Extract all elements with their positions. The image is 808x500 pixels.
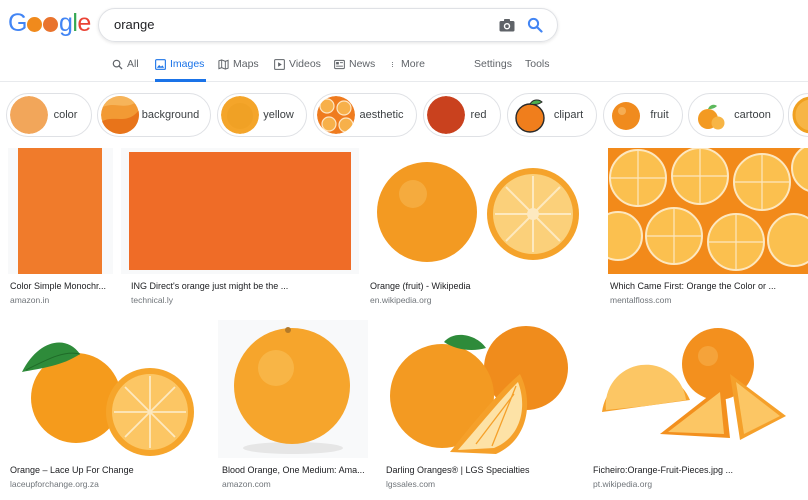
tab-videos[interactable]: Videos — [274, 58, 321, 82]
chip-yellow[interactable]: yellow — [217, 93, 307, 137]
suggestion-chips: color background yellow aesthetic red cl… — [0, 91, 808, 139]
result-source: lgssales.com — [386, 479, 436, 489]
chip-red[interactable]: red — [423, 93, 501, 137]
search-icon — [112, 59, 123, 70]
chip-label: yellow — [263, 109, 294, 121]
tab-maps[interactable]: Maps — [218, 58, 259, 82]
image-result[interactable] — [590, 320, 800, 458]
result-title: Which Came First: Orange the Color or ..… — [610, 281, 777, 291]
result-caption[interactable]: Orange (fruit) - Wikipedia en.wikipedia.… — [370, 280, 592, 306]
result-title: Ficheiro:Orange-Fruit-Pieces.jpg ... — [593, 465, 734, 475]
logo-orange-o-icon — [43, 17, 59, 32]
tab-news[interactable]: News — [334, 58, 375, 82]
tab-label: Images — [170, 58, 205, 70]
result-source: pt.wikipedia.org — [593, 479, 653, 489]
result-caption[interactable]: Darling Oranges® | LGS Specialties lgssa… — [386, 464, 576, 490]
result-title: Blood Orange, One Medium: Ama... — [222, 465, 365, 475]
tab-label: Tools — [525, 58, 550, 70]
result-source: mentalfloss.com — [610, 295, 672, 305]
result-title: Orange – Lace Up For Change — [10, 465, 134, 475]
chip-label: red — [470, 109, 487, 121]
image-result[interactable] — [8, 320, 204, 458]
news-icon — [334, 59, 345, 70]
chip-fruit[interactable]: fruit — [603, 93, 683, 137]
result-thumbnail — [377, 162, 579, 262]
tab-label: All — [127, 58, 139, 70]
more-vert-icon — [391, 61, 394, 68]
chip-label: aesthetic — [359, 109, 404, 121]
tab-label: More — [401, 58, 425, 70]
chip-thumbnail — [511, 96, 549, 134]
result-thumbnail — [602, 328, 786, 440]
tab-label: Settings — [474, 58, 512, 70]
image-result[interactable] — [121, 148, 359, 274]
result-source: laceupforchange.org.za — [10, 479, 99, 489]
chip-thumbnail — [607, 96, 645, 134]
chip-aesthetic[interactable]: aesthetic — [313, 93, 417, 137]
result-caption[interactable]: Ficheiro:Orange-Fruit-Pieces.jpg ... pt.… — [593, 464, 800, 490]
result-thumbnail — [608, 148, 808, 271]
chip-label: clipart — [553, 109, 584, 121]
result-title: Color Simple Monochr... — [10, 281, 107, 291]
search-input[interactable]: orange — [114, 17, 154, 32]
tab-label: Videos — [289, 58, 321, 70]
result-source: amazon.com — [222, 479, 271, 489]
chip-more[interactable] — [788, 93, 808, 137]
image-result[interactable] — [367, 148, 593, 274]
result-source: technical.ly — [131, 295, 174, 305]
result-thumbnail — [129, 152, 351, 270]
google-logo[interactable]: Ggle — [8, 9, 91, 38]
tab-more[interactable]: More — [391, 58, 425, 82]
result-caption[interactable]: Blood Orange, One Medium: Ama... amazon.… — [222, 464, 368, 490]
chip-label: background — [141, 109, 200, 121]
tab-label: News — [349, 58, 376, 70]
image-result[interactable] — [218, 320, 368, 458]
tab-label: Maps — [233, 58, 259, 70]
search-box[interactable]: orange — [98, 8, 558, 42]
chip-thumbnail — [317, 96, 355, 134]
chip-label: cartoon — [734, 109, 771, 121]
image-result[interactable] — [8, 148, 113, 274]
result-caption[interactable]: Which Came First: Orange the Color or ..… — [610, 280, 808, 306]
chip-thumbnail — [101, 96, 139, 134]
tab-all[interactable]: All — [112, 58, 139, 82]
map-icon — [218, 59, 229, 70]
search-icon[interactable] — [527, 17, 543, 33]
chip-cartoon[interactable]: cartoon — [688, 93, 784, 137]
chip-thumbnail — [692, 96, 730, 134]
logo-orange-o-icon — [27, 17, 43, 32]
tab-tools[interactable]: Tools — [525, 58, 550, 82]
chip-thumbnail — [427, 96, 465, 134]
image-icon — [155, 59, 166, 70]
result-title: Darling Oranges® | LGS Specialties — [386, 465, 530, 475]
result-thumbnail — [22, 342, 194, 456]
image-result[interactable] — [608, 148, 808, 274]
tab-images[interactable]: Images — [155, 58, 207, 82]
play-icon — [274, 59, 285, 70]
result-title: ING Direct's orange just might be the ..… — [131, 281, 289, 291]
result-source: amazon.in — [10, 295, 50, 305]
result-thumbnail — [18, 148, 102, 274]
result-source: en.wikipedia.org — [370, 295, 432, 305]
chip-label: fruit — [650, 109, 669, 121]
tab-settings[interactable]: Settings — [474, 58, 512, 82]
result-thumbnail — [234, 327, 350, 454]
chip-thumbnail — [10, 96, 48, 134]
image-result[interactable] — [384, 320, 576, 458]
result-caption[interactable]: Color Simple Monochr... amazon.in — [10, 280, 114, 306]
chip-background[interactable]: background — [97, 93, 211, 137]
result-caption[interactable]: ING Direct's orange just might be the ..… — [131, 280, 359, 306]
chip-color[interactable]: color — [6, 93, 92, 137]
chip-thumbnail — [792, 96, 808, 134]
camera-icon[interactable] — [499, 18, 515, 32]
chip-label: color — [53, 109, 78, 121]
search-header: Ggle orange All Images Maps Videos News … — [0, 0, 808, 82]
chip-thumbnail — [221, 96, 259, 134]
chip-clipart[interactable]: clipart — [507, 93, 597, 137]
result-thumbnail — [390, 326, 568, 454]
result-title: Orange (fruit) - Wikipedia — [370, 281, 471, 291]
result-caption[interactable]: Orange – Lace Up For Change laceupforcha… — [10, 464, 204, 490]
